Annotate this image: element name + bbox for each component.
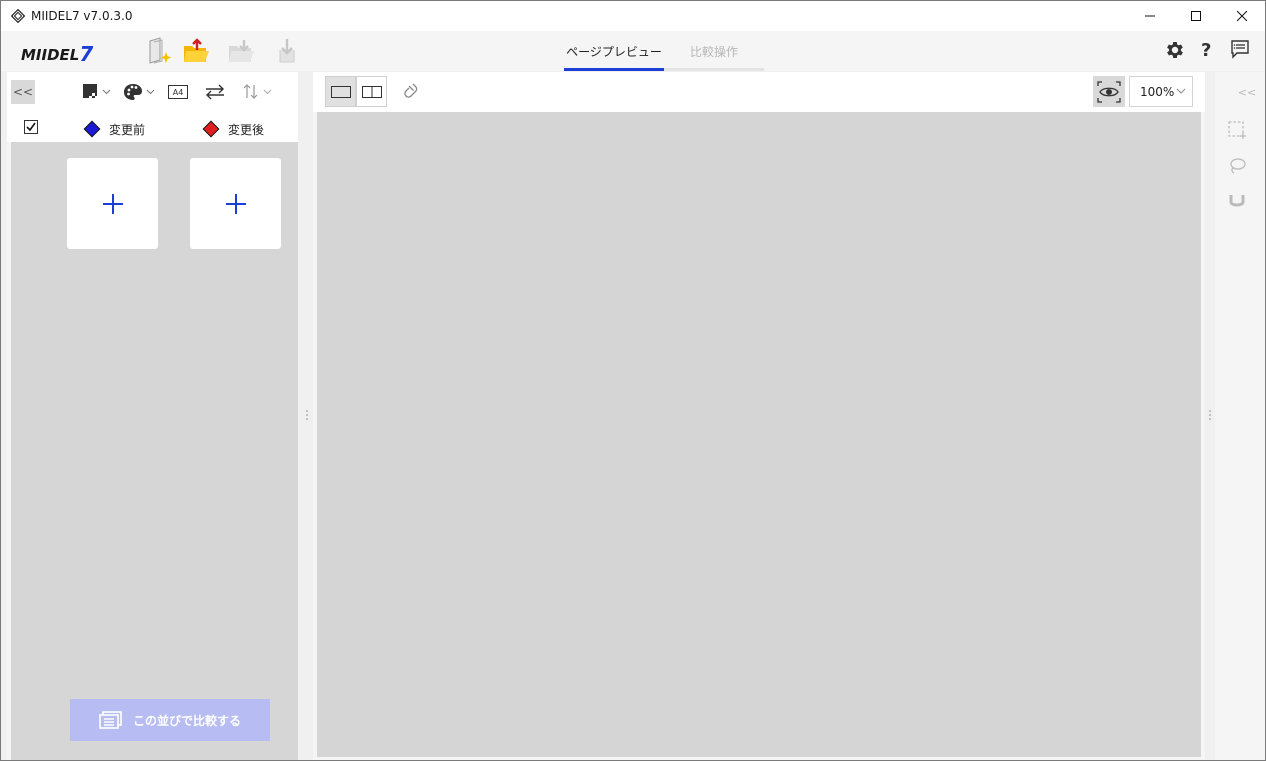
preview-panel: 100% (313, 72, 1205, 760)
palette-icon (124, 84, 155, 100)
rect-select-tool (1225, 118, 1249, 142)
new-project-icon[interactable] (144, 36, 174, 66)
save-folder-icon (226, 36, 256, 66)
compare-in-this-order-button[interactable]: この並びで比較する (70, 699, 270, 741)
tab-compare-operation: 比較操作 (664, 31, 764, 71)
legend-before: 変更前 (83, 120, 145, 138)
legend-row: 変更前 変更後 (7, 114, 298, 142)
maximize-button[interactable] (1173, 1, 1219, 31)
swap-button[interactable] (203, 80, 227, 104)
window-title: MIIDEL7 v7.0.3.0 (31, 9, 133, 23)
file-panel-toolbar: << A4 (7, 72, 298, 114)
left-splitter[interactable] (305, 409, 309, 421)
gear-icon (1167, 42, 1183, 58)
feedback-icon (1231, 40, 1249, 59)
file-drop-area[interactable]: この並びで比較する (11, 142, 298, 760)
single-page-icon (330, 85, 351, 98)
help-button[interactable]: ? (1201, 40, 1211, 61)
after-diamond-icon (202, 120, 220, 138)
zoom-value: 100% (1140, 84, 1175, 99)
minimize-button[interactable] (1127, 1, 1173, 31)
zoom-select[interactable]: 100% (1129, 76, 1193, 107)
plus-icon (225, 193, 246, 214)
magnet-tool (1225, 190, 1249, 214)
legend-after: 変更後 (202, 120, 264, 138)
plus-icon (102, 193, 123, 214)
two-page-view-button[interactable] (356, 76, 387, 107)
legend-before-label: 変更前 (109, 122, 146, 137)
two-page-icon (361, 85, 382, 98)
file-panel: << A4 変更前 変更後 この並びで比較する (7, 72, 298, 760)
eye-icon (1097, 80, 1121, 103)
app-icon (11, 9, 25, 23)
compare-list-icon (99, 711, 122, 729)
preview-toolbar: 100% (313, 72, 1205, 112)
app-window: MIIDEL7 v7.0.3.0 MIIDEL7 ページプレビュー 比較操作 ?… (0, 0, 1266, 761)
open-folder-icon[interactable] (181, 36, 211, 66)
app-toolbar: MIIDEL7 ページプレビュー 比較操作 ? (1, 31, 1265, 71)
add-after-file-button[interactable] (190, 158, 281, 249)
color-dropdown[interactable] (123, 80, 159, 104)
mask-dropdown[interactable] (81, 80, 117, 104)
feedback-button[interactable] (1230, 39, 1250, 63)
page-preview-canvas[interactable] (317, 112, 1201, 757)
right-splitter[interactable] (1208, 409, 1212, 421)
tab-page-preview[interactable]: ページプレビュー (564, 31, 664, 71)
sort-icon (243, 84, 272, 99)
preview-visibility-button[interactable] (1093, 76, 1125, 107)
link-icon (404, 83, 418, 98)
chevron-down-icon (1176, 88, 1186, 94)
app-logo: MIIDEL7 (21, 42, 94, 66)
maximize-icon (1191, 11, 1201, 21)
export-icon (271, 36, 301, 66)
rect-select-icon (1228, 121, 1246, 139)
swap-icon (206, 84, 224, 100)
add-before-file-button[interactable] (67, 158, 158, 249)
title-bar: MIIDEL7 v7.0.3.0 (1, 1, 1265, 31)
settings-button[interactable] (1164, 39, 1186, 65)
legend-after-label: 変更後 (228, 122, 265, 137)
select-all-checkbox[interactable] (24, 120, 38, 134)
main-tabs: ページプレビュー 比較操作 (564, 31, 764, 71)
collapse-left-panel-button[interactable]: << (11, 80, 35, 104)
magnet-icon (1229, 195, 1245, 207)
checkmark-icon (26, 122, 36, 132)
close-button[interactable] (1219, 1, 1265, 31)
help-icon: ? (1201, 40, 1212, 61)
collapse-right-panel-button[interactable]: << (1235, 80, 1259, 104)
minimize-icon (1145, 15, 1155, 17)
single-page-view-button[interactable] (325, 76, 356, 107)
paper-size-icon: A4 (168, 85, 188, 99)
lasso-icon (1230, 158, 1246, 174)
sort-dropdown (241, 80, 277, 104)
sync-scroll-button[interactable] (401, 80, 421, 106)
close-icon (1237, 11, 1247, 21)
lasso-tool (1225, 154, 1249, 178)
mask-icon (83, 84, 111, 99)
before-diamond-icon (83, 120, 101, 138)
paper-size-button[interactable]: A4 (167, 80, 189, 104)
annotation-panel: << (1215, 72, 1265, 760)
